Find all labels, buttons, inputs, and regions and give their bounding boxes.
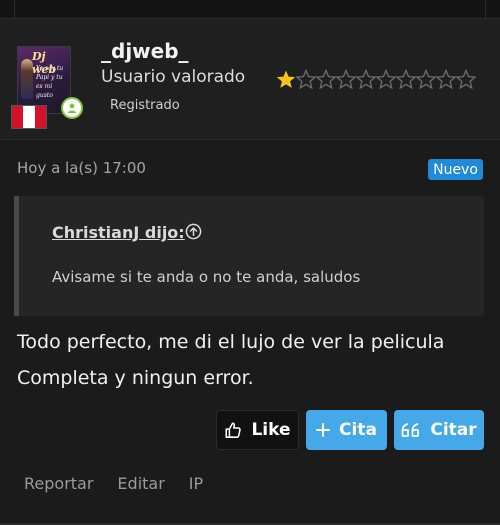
plus-icon <box>316 423 331 437</box>
star-empty-icon <box>416 68 436 90</box>
avatar-line: Ye soy tu <box>36 65 64 72</box>
separator-tick-right <box>485 0 486 18</box>
like-button[interactable]: Like <box>216 410 299 450</box>
citar-button[interactable]: Citar <box>394 410 484 450</box>
new-badge: Nuevo <box>428 159 483 180</box>
quote-icon <box>401 422 421 438</box>
cita-label: Cita <box>339 420 377 440</box>
quote-author-link[interactable]: ChristianJ dijo: <box>52 223 185 242</box>
verified-badge-icon <box>61 97 83 119</box>
separator-tick-left <box>14 0 15 18</box>
cita-button[interactable]: Cita <box>306 410 387 450</box>
ip-link[interactable]: IP <box>189 474 203 493</box>
rating-stars <box>276 68 476 90</box>
post-timestamp: Hoy a la(s) 17:00 <box>17 159 146 177</box>
thumbs-up-icon <box>224 421 242 439</box>
star-empty-icon <box>456 68 476 90</box>
quote-block: ChristianJ dijo: Avisame si te anda o no… <box>14 196 484 316</box>
star-empty-icon <box>296 68 316 90</box>
message-line: Completa y ningun error. <box>17 367 254 389</box>
avatar-line: Papi y tu <box>36 74 63 81</box>
star-empty-icon <box>356 68 376 90</box>
user-title: Usuario valorado <box>101 67 246 87</box>
star-filled-icon <box>276 70 296 88</box>
top-separator <box>0 0 500 19</box>
post-card: Dj web Ye soy tu Papi y tu es mi gusto _… <box>0 19 500 525</box>
star-empty-icon <box>316 68 336 90</box>
star-empty-icon <box>376 68 396 90</box>
user-status: Registrado <box>110 98 180 113</box>
message-line: Todo perfecto, me di el lujo de ver la p… <box>17 331 445 353</box>
edit-link[interactable]: Editar <box>117 474 164 493</box>
peru-flag-icon <box>11 105 47 129</box>
avatar-lines: Ye soy tu Papi y tu es mi gusto <box>36 64 70 100</box>
post-actions: Reportar Editar IP <box>24 474 227 493</box>
post-author-header: Dj web Ye soy tu Papi y tu es mi gusto _… <box>0 19 500 140</box>
quote-text: Avisame si te anda o no te anda, saludos <box>52 268 361 286</box>
post-message: Todo perfecto, me di el lujo de ver la p… <box>17 324 487 396</box>
like-label: Like <box>251 420 291 440</box>
avatar-line: es mi gusto <box>36 83 53 99</box>
star-empty-icon <box>436 68 456 90</box>
star-empty-icon <box>396 68 416 90</box>
citar-label: Citar <box>430 420 477 440</box>
star-empty-icon <box>336 68 356 90</box>
arrow-up-circle-icon[interactable] <box>185 223 202 240</box>
report-link[interactable]: Reportar <box>24 474 93 493</box>
username[interactable]: _djweb_ <box>101 39 189 63</box>
